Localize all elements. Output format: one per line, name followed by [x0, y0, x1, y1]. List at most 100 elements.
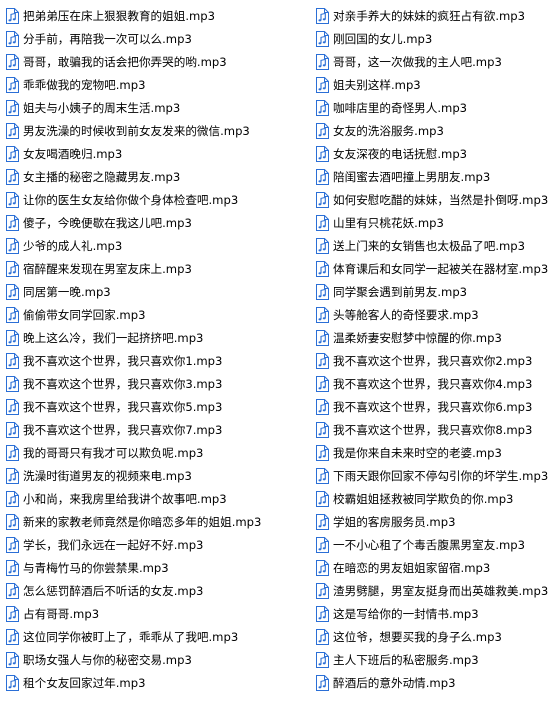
file-name: 晚上这么冷，我们一起挤挤吧.mp3: [23, 330, 204, 345]
file-item[interactable]: 我不喜欢这个世界，我只喜欢你8.mp3: [310, 418, 559, 441]
file-item[interactable]: 醉酒后的意外动情.mp3: [310, 671, 559, 694]
file-item[interactable]: 体育课后和女同学一起被关在器材室.mp3: [310, 257, 559, 280]
file-name: 女友喝酒晚归.mp3: [23, 146, 123, 161]
audio-file-icon: [314, 398, 330, 415]
file-item[interactable]: 学姐的客房服务员.mp3: [310, 510, 559, 533]
file-name: 醉酒后的意外动情.mp3: [333, 675, 456, 690]
file-item[interactable]: 下雨天跟你回家不停勾引你的坏学生.mp3: [310, 464, 559, 487]
file-name: 我不喜欢这个世界，我只喜欢你5.mp3: [23, 399, 223, 414]
file-name: 下雨天跟你回家不停勾引你的坏学生.mp3: [333, 468, 549, 483]
file-item[interactable]: 我不喜欢这个世界，我只喜欢你2.mp3: [310, 349, 559, 372]
file-name: 把弟弟压在床上狠狠教育的姐姐.mp3: [23, 8, 216, 23]
file-item[interactable]: 同学聚会遇到前男友.mp3: [310, 280, 559, 303]
file-name: 新来的家教老师竟然是你暗恋多年的姐姐.mp3: [23, 514, 262, 529]
file-name: 小和尚，来我房里给我讲个故事吧.mp3: [23, 491, 227, 506]
audio-file-icon: [314, 99, 330, 116]
file-item[interactable]: 傻子，今晚便歇在我这儿吧.mp3: [0, 211, 310, 234]
file-list: 把弟弟压在床上狠狠教育的姐姐.mp3 分手前，再陪我一次可以么.mp3 哥哥，敢: [0, 4, 559, 698]
audio-file-icon: [4, 329, 20, 346]
audio-file-icon: [314, 306, 330, 323]
file-name: 我不喜欢这个世界，我只喜欢你2.mp3: [333, 353, 533, 368]
audio-file-icon: [314, 513, 330, 530]
file-item[interactable]: 咖啡店里的奇怪男人.mp3: [310, 96, 559, 119]
file-item[interactable]: 头等舱客人的奇怪要求.mp3: [310, 303, 559, 326]
file-name: 我的哥哥只有我才可以欺负呢.mp3: [23, 445, 204, 460]
audio-file-icon: [314, 53, 330, 70]
file-item[interactable]: 新来的家教老师竟然是你暗恋多年的姐姐.mp3: [0, 510, 310, 533]
audio-file-icon: [4, 582, 20, 599]
file-item[interactable]: 我是你来自未来时空的老婆.mp3: [310, 441, 559, 464]
file-item[interactable]: 女主播的秘密之隐藏男友.mp3: [0, 165, 310, 188]
file-item[interactable]: 姐夫与小姨子的周末生活.mp3: [0, 96, 310, 119]
file-item[interactable]: 温柔娇妻安慰梦中惊醒的你.mp3: [310, 326, 559, 349]
file-item[interactable]: 在暗恋的男友姐姐家留宿.mp3: [310, 556, 559, 579]
file-name: 男友洗澡的时候收到前女友发来的微信.mp3: [23, 123, 250, 138]
audio-file-icon: [314, 76, 330, 93]
file-item[interactable]: 如何安慰吃醋的妹妹，当然是扑倒呀.mp3: [310, 188, 559, 211]
file-item[interactable]: 少爷的成人礼.mp3: [0, 234, 310, 257]
file-item[interactable]: 小和尚，来我房里给我讲个故事吧.mp3: [0, 487, 310, 510]
file-item[interactable]: 哥哥，敢骗我的话会把你弄哭的哟.mp3: [0, 50, 310, 73]
audio-file-icon: [4, 191, 20, 208]
file-item[interactable]: 洗澡时街道男友的视频来电.mp3: [0, 464, 310, 487]
file-item[interactable]: 这位同学你被盯上了，乖乖从了我吧.mp3: [0, 625, 310, 648]
file-item[interactable]: 山里有只桃花妖.mp3: [310, 211, 559, 234]
file-item[interactable]: 送上门来的女销售也太极品了吧.mp3: [310, 234, 559, 257]
file-item[interactable]: 刚回国的女儿.mp3: [310, 27, 559, 50]
file-name: 这位爷，想要买我的身子么.mp3: [333, 629, 502, 644]
file-item[interactable]: 偷偷带女同学回家.mp3: [0, 303, 310, 326]
file-item[interactable]: 我不喜欢这个世界，我只喜欢你5.mp3: [0, 395, 310, 418]
file-item[interactable]: 我不喜欢这个世界，我只喜欢你7.mp3: [0, 418, 310, 441]
audio-file-icon: [4, 375, 20, 392]
file-name: 偷偷带女同学回家.mp3: [23, 307, 146, 322]
file-item[interactable]: 一不小心租了个毒舌腹黑男室友.mp3: [310, 533, 559, 556]
file-item[interactable]: 乖乖做我的宠物吧.mp3: [0, 73, 310, 96]
file-item[interactable]: 女友喝酒晚归.mp3: [0, 142, 310, 165]
file-item[interactable]: 女友深夜的电话抚慰.mp3: [310, 142, 559, 165]
audio-file-icon: [4, 122, 20, 139]
file-item[interactable]: 职场女强人与你的秘密交易.mp3: [0, 648, 310, 671]
file-item[interactable]: 姐夫别这样.mp3: [310, 73, 559, 96]
file-item[interactable]: 我不喜欢这个世界，我只喜欢你6.mp3: [310, 395, 559, 418]
file-name: 洗澡时街道男友的视频来电.mp3: [23, 468, 192, 483]
audio-file-icon: [4, 214, 20, 231]
file-item[interactable]: 我不喜欢这个世界，我只喜欢你3.mp3: [0, 372, 310, 395]
file-name: 这位同学你被盯上了，乖乖从了我吧.mp3: [23, 629, 239, 644]
file-item[interactable]: 占有哥哥.mp3: [0, 602, 310, 625]
file-item[interactable]: 我不喜欢这个世界，我只喜欢你4.mp3: [310, 372, 559, 395]
audio-file-icon: [314, 237, 330, 254]
file-item[interactable]: 宿醉醒来发现在男室友床上.mp3: [0, 257, 310, 280]
audio-file-icon: [4, 513, 20, 530]
audio-file-icon: [4, 53, 20, 70]
file-name: 乖乖做我的宠物吧.mp3: [23, 77, 146, 92]
file-item[interactable]: 我的哥哥只有我才可以欺负呢.mp3: [0, 441, 310, 464]
file-item[interactable]: 把弟弟压在床上狠狠教育的姐姐.mp3: [0, 4, 310, 27]
file-name: 头等舱客人的奇怪要求.mp3: [333, 307, 479, 322]
file-item[interactable]: 让你的医生女友给你做个身体检查吧.mp3: [0, 188, 310, 211]
audio-file-icon: [4, 7, 20, 24]
audio-file-icon: [314, 536, 330, 553]
file-item[interactable]: 女友的洗浴服务.mp3: [310, 119, 559, 142]
file-item[interactable]: 对亲手养大的妹妹的疯狂占有欲.mp3: [310, 4, 559, 27]
audio-file-icon: [4, 605, 20, 622]
file-name: 我不喜欢这个世界，我只喜欢你7.mp3: [23, 422, 223, 437]
audio-file-icon: [314, 467, 330, 484]
file-item[interactable]: 渣男劈腿，男室友挺身而出英雄救美.mp3: [310, 579, 559, 602]
file-item[interactable]: 怎么惩罚醉酒后不听话的女友.mp3: [0, 579, 310, 602]
file-item[interactable]: 陪闺蜜去酒吧撞上男朋友.mp3: [310, 165, 559, 188]
audio-file-icon: [4, 628, 20, 645]
file-item[interactable]: 男友洗澡的时候收到前女友发来的微信.mp3: [0, 119, 310, 142]
file-item[interactable]: 校霸姐姐拯救被同学欺负的你.mp3: [310, 487, 559, 510]
file-item[interactable]: 主人下班后的私密服务.mp3: [310, 648, 559, 671]
file-item[interactable]: 我不喜欢这个世界，我只喜欢你1.mp3: [0, 349, 310, 372]
file-item[interactable]: 这位爷，想要买我的身子么.mp3: [310, 625, 559, 648]
file-item[interactable]: 学长，我们永远在一起好不好.mp3: [0, 533, 310, 556]
file-item[interactable]: 与青梅竹马的你尝禁果.mp3: [0, 556, 310, 579]
file-item[interactable]: 晚上这么冷，我们一起挤挤吧.mp3: [0, 326, 310, 349]
file-name: 校霸姐姐拯救被同学欺负的你.mp3: [333, 491, 514, 506]
file-item[interactable]: 这是写给你的一封情书.mp3: [310, 602, 559, 625]
file-item[interactable]: 哥哥，这一次做我的主人吧.mp3: [310, 50, 559, 73]
file-item[interactable]: 同居第一晚.mp3: [0, 280, 310, 303]
file-item[interactable]: 租个女友回家过年.mp3: [0, 671, 310, 694]
file-item[interactable]: 分手前，再陪我一次可以么.mp3: [0, 27, 310, 50]
